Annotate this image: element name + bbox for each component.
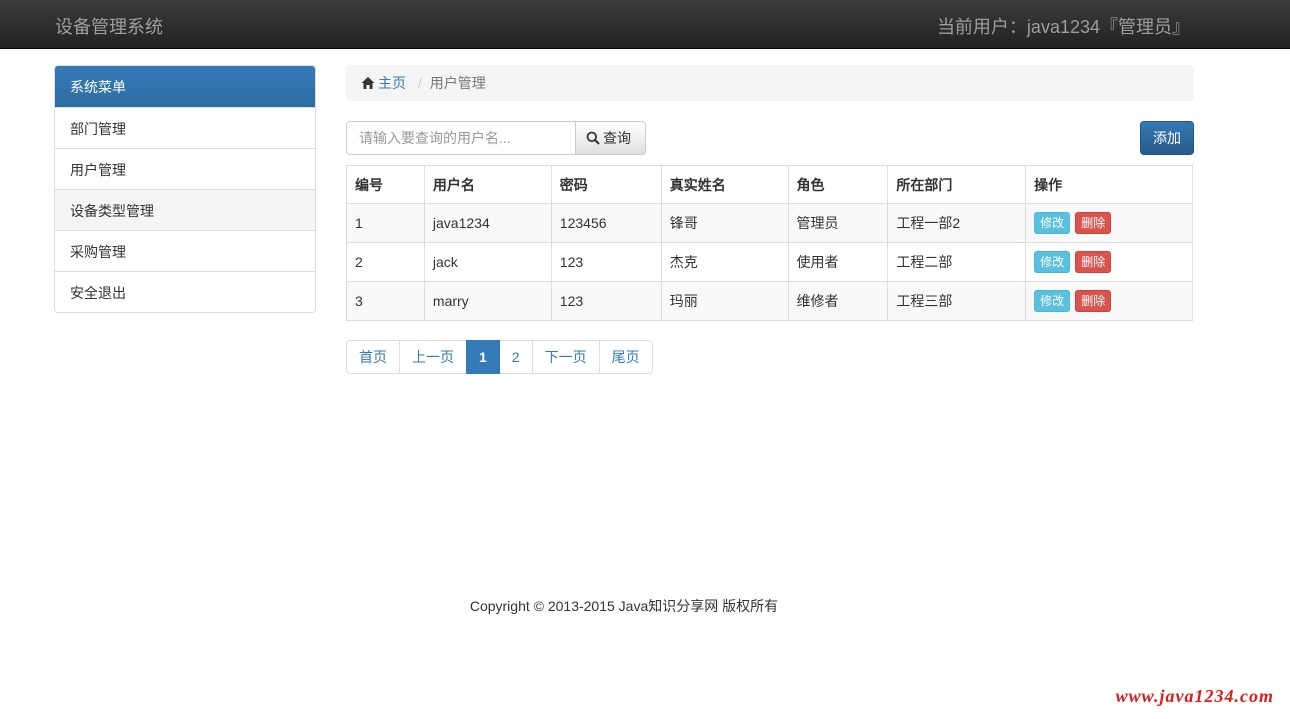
breadcrumb-current: 用户管理 — [429, 75, 486, 91]
cell-id: 2 — [346, 242, 425, 282]
column-header-username: 用户名 — [423, 165, 552, 204]
search-button-label: 查询 — [603, 130, 631, 146]
cell-role: 维修者 — [787, 281, 889, 321]
pagination-first[interactable]: 首页 — [346, 340, 400, 374]
watermark: www.java1234.com — [1115, 686, 1274, 706]
cell-actions: 修改 删除 — [1025, 203, 1193, 243]
pagination-next[interactable]: 下一页 — [531, 340, 600, 374]
sidebar-heading: 系统菜单 — [55, 66, 315, 107]
cell-username: java1234 — [423, 203, 552, 243]
top-navbar: 设备管理系统 当前用户：java1234『管理员』 — [0, 0, 1290, 49]
search-button[interactable]: 查询 — [575, 121, 646, 155]
cell-real-name: 玛丽 — [660, 281, 789, 321]
column-header-id: 编号 — [346, 165, 425, 204]
footer-copyright: Copyright © 2013-2015 Java知识分享网 版权所有 — [469, 598, 779, 614]
table-row: 3 marry 123 玛丽 维修者 工程三部 修改 删除 — [346, 281, 1193, 321]
table-row: 1 java1234 123456 锋哥 管理员 工程一部2 修改 删除 — [346, 203, 1193, 243]
column-header-password: 密码 — [550, 165, 662, 204]
pagination-prev[interactable]: 上一页 — [399, 340, 467, 374]
column-header-department: 所在部门 — [887, 165, 1027, 204]
cell-password: 123 — [550, 281, 662, 321]
cell-actions: 修改 删除 — [1025, 242, 1193, 282]
sidebar-menu: 系统菜单 部门管理 用户管理 设备类型管理 采购管理 安全退出 — [54, 65, 316, 313]
column-header-real-name: 真实姓名 — [660, 165, 789, 204]
table-header-row: 编号 用户名 密码 真实姓名 角色 所在部门 操作 — [346, 165, 1193, 204]
column-header-actions: 操作 — [1025, 165, 1193, 204]
search-input[interactable] — [346, 121, 575, 155]
delete-button[interactable]: 删除 — [1075, 290, 1112, 312]
cell-real-name: 杰克 — [660, 242, 789, 282]
cell-id: 3 — [346, 281, 425, 321]
cell-role: 使用者 — [787, 242, 889, 282]
breadcrumb: 主页 / 用户管理 — [346, 65, 1194, 101]
add-button[interactable]: 添加 — [1140, 121, 1194, 155]
cell-username: jack — [423, 242, 552, 282]
cell-actions: 修改 删除 — [1025, 281, 1193, 321]
table-row: 2 jack 123 杰克 使用者 工程二部 修改 删除 — [346, 242, 1193, 282]
cell-password: 123 — [550, 242, 662, 282]
sidebar-item-departments[interactable]: 部门管理 — [55, 107, 315, 148]
sidebar-item-device-types[interactable]: 设备类型管理 — [55, 189, 315, 230]
sidebar-item-users[interactable]: 用户管理 — [55, 148, 315, 189]
breadcrumb-home-label: 主页 — [378, 75, 406, 91]
edit-button[interactable]: 修改 — [1034, 212, 1071, 234]
cell-username: marry — [423, 281, 552, 321]
pagination: 首页 上一页 1 2 下一页 尾页 — [346, 340, 653, 374]
edit-button[interactable]: 修改 — [1034, 251, 1071, 273]
current-user-label: 当前用户：java1234『管理员』 — [936, 17, 1190, 37]
sidebar-item-logout[interactable]: 安全退出 — [55, 271, 315, 312]
cell-id: 1 — [346, 203, 425, 243]
delete-button[interactable]: 删除 — [1075, 251, 1112, 273]
pagination-last[interactable]: 尾页 — [598, 340, 653, 374]
brand-title[interactable]: 设备管理系统 — [55, 13, 163, 39]
home-icon — [361, 77, 375, 89]
column-header-role: 角色 — [787, 165, 889, 204]
breadcrumb-home-link[interactable]: 主页 — [361, 75, 410, 91]
users-table: 编号 用户名 密码 真实姓名 角色 所在部门 操作 1 java1234 123… — [346, 165, 1193, 321]
cell-department: 工程一部2 — [887, 203, 1027, 243]
edit-button[interactable]: 修改 — [1034, 290, 1071, 312]
search-group: 查询 — [346, 121, 646, 155]
search-icon — [586, 131, 600, 145]
cell-department: 工程三部 — [887, 281, 1027, 321]
pagination-page-1[interactable]: 1 — [466, 340, 500, 374]
breadcrumb-separator: / — [417, 75, 422, 91]
cell-role: 管理员 — [787, 203, 889, 243]
cell-department: 工程二部 — [887, 242, 1027, 282]
cell-password: 123456 — [550, 203, 662, 243]
delete-button[interactable]: 删除 — [1075, 212, 1112, 234]
pagination-page-2[interactable]: 2 — [498, 340, 533, 374]
cell-real-name: 锋哥 — [660, 203, 789, 243]
sidebar-item-purchasing[interactable]: 采购管理 — [55, 230, 315, 271]
